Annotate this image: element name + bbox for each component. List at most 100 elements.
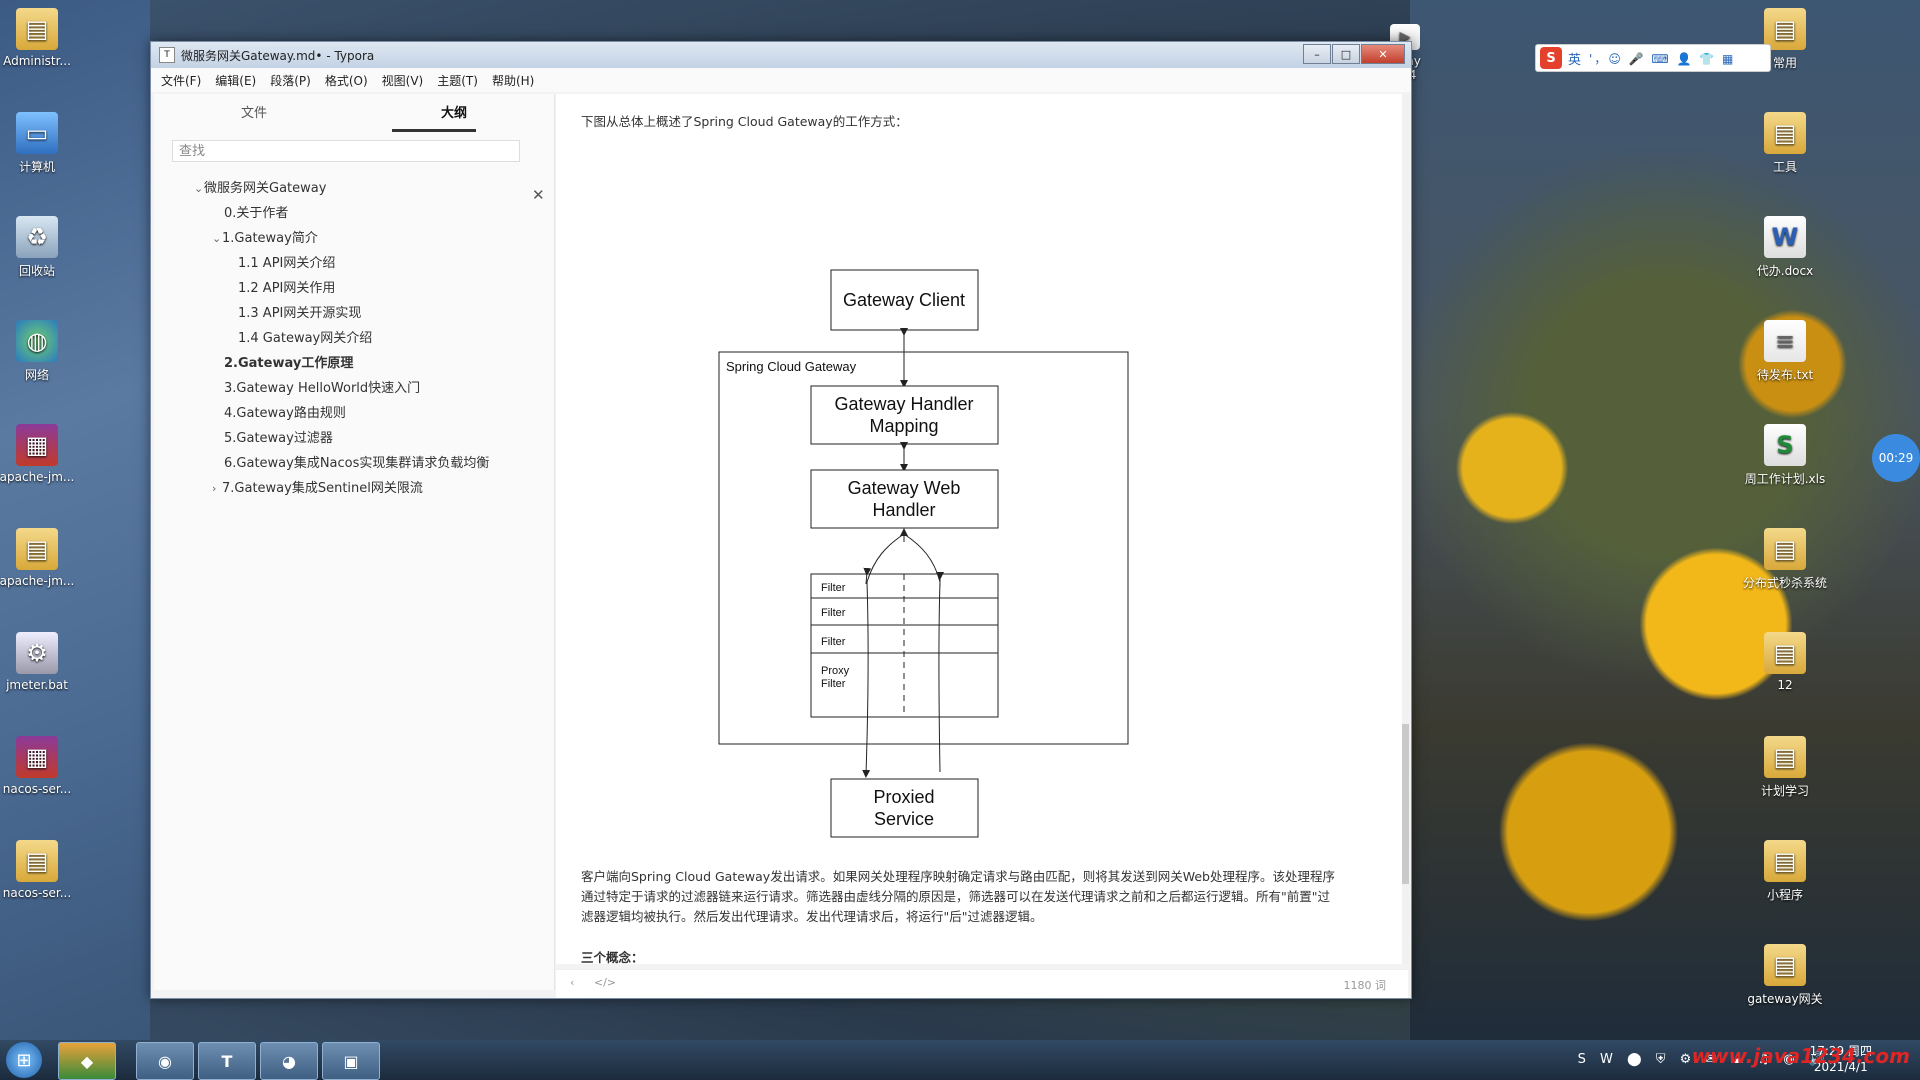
start-button[interactable]: ⊞	[6, 1042, 42, 1078]
ime-tools-icons[interactable]: '，☺ 🎤 ⌨ 👤 👕 ▦	[1589, 50, 1735, 67]
scrollbar-thumb[interactable]	[1402, 724, 1409, 884]
editor-button[interactable]: ▣	[322, 1042, 380, 1080]
back-icon[interactable]: ‹	[570, 976, 574, 989]
folder-icon: ▤	[1764, 8, 1806, 50]
source-code-icon[interactable]: </>	[594, 976, 616, 989]
chrome-button[interactable]: ◕	[260, 1042, 318, 1080]
desktop-icon[interactable]: ◍ 网络	[0, 320, 82, 383]
outline-item-label: 7.Gateway集成Sentinel网关限流	[222, 481, 423, 496]
desktop-icon-label: 计划学习	[1760, 784, 1809, 798]
outline-item[interactable]: ⌄微服务网关Gateway	[154, 176, 554, 201]
desktop-icon[interactable]: ≡ 待发布.txt	[1740, 320, 1830, 383]
desktop-icon[interactable]: ▤ 分布式秒杀系统	[1740, 528, 1830, 591]
title-bar[interactable]: T 微服务网关Gateway.md• - Typora – □ ✕	[151, 42, 1411, 68]
desktop-icon[interactable]: ▦ nacos-ser...	[0, 736, 82, 796]
outline-item[interactable]: 4.Gateway路由规则	[154, 401, 554, 426]
typora-button[interactable]: T	[198, 1042, 256, 1080]
outline-item-label: 5.Gateway过滤器	[224, 431, 333, 446]
outline-item[interactable]: 0.关于作者	[154, 201, 554, 226]
outline-item[interactable]: › 7.Gateway集成Sentinel网关限流	[154, 476, 554, 501]
desktop-icon-label: 12	[1777, 678, 1793, 692]
outline-item[interactable]: ⌄1.Gateway简介	[154, 226, 554, 251]
desktop-icon-label: 待发布.txt	[1756, 368, 1814, 382]
editor-scrollbar[interactable]	[1402, 94, 1409, 964]
window-controls: – □ ✕	[1302, 44, 1405, 64]
search-input[interactable]: 查找	[172, 140, 520, 162]
desktop-icon[interactable]: W 代办.docx	[1740, 216, 1830, 279]
tab-files[interactable]: 文件	[154, 100, 354, 132]
proxied-service-label: Proxied	[873, 787, 934, 807]
outline-item-label: 4.Gateway路由规则	[224, 406, 346, 421]
chevron-down-icon[interactable]: ⌄	[194, 176, 204, 201]
outline-item-label: 6.Gateway集成Nacos实现集群请求负载均衡	[224, 456, 490, 471]
chevron-right-icon[interactable]: ›	[212, 476, 222, 501]
desktop-icon[interactable]: ▤ 12	[1740, 632, 1830, 692]
outline-item[interactable]: 1.4 Gateway网关介绍	[154, 326, 554, 351]
desktop-icon-label: 代办.docx	[1756, 264, 1814, 278]
maximize-button[interactable]: □	[1332, 44, 1360, 64]
outline-item[interactable]: 1.1 API网关介绍	[154, 251, 554, 276]
outline-item-label: 1.2 API网关作用	[238, 281, 336, 296]
menu-item[interactable]: 格式(O)	[325, 72, 368, 89]
outline-item[interactable]: 1.2 API网关作用	[154, 276, 554, 301]
desktop-icon[interactable]: ▤ 工具	[1740, 112, 1830, 175]
excel-icon: S	[1764, 424, 1806, 466]
outline-item-label: 1.4 Gateway网关介绍	[238, 331, 373, 346]
outline-item[interactable]: 2.Gateway工作原理	[154, 351, 554, 376]
outline-item[interactable]: 6.Gateway集成Nacos实现集群请求负载均衡	[154, 451, 554, 476]
folder-icon: ▤	[1764, 112, 1806, 154]
proxy-filter-label: Filter	[821, 678, 846, 690]
word-count[interactable]: 1180 词	[1344, 977, 1387, 993]
menu-item[interactable]: 文件(F)	[161, 72, 201, 89]
editor-content[interactable]: 下图从总体上概述了Spring Cloud Gateway的工作方式： Spri…	[556, 94, 1408, 964]
outline-item-label: 1.3 API网关开源实现	[238, 306, 362, 321]
menu-bar: 文件(F) 编辑(E) 段落(P) 格式(O) 视图(V) 主题(T) 帮助(H)	[151, 68, 1411, 92]
menu-item[interactable]: 主题(T)	[437, 72, 478, 89]
desktop-icon-label: 计算机	[18, 160, 55, 174]
desktop-icon[interactable]: ▤ Administr...	[0, 8, 82, 68]
handler-mapping-label: Gateway Handler	[834, 394, 973, 414]
ime-toolbar[interactable]: S 英 '，☺ 🎤 ⌨ 👤 👕 ▦	[1535, 44, 1771, 72]
desktop-icon[interactable]: S 周工作计划.xls	[1740, 424, 1830, 487]
desktop-icon[interactable]: ♻ 回收站	[0, 216, 82, 279]
desktop-icon[interactable]: ▦ apache-jm...	[0, 424, 82, 484]
menu-item[interactable]: 段落(P)	[270, 72, 311, 89]
computer-icon: ▭	[16, 112, 58, 154]
desktop-icon[interactable]: ▤ 小程序	[1740, 840, 1830, 903]
description-line-3: 滤器逻辑均被执行。然后发出代理请求。发出代理请求后，将运行"后"过滤器逻辑。	[581, 909, 1043, 924]
typora-app-icon: T	[159, 47, 175, 63]
desktop-icon-label: 网络	[24, 368, 49, 382]
desktop-icon[interactable]: ▭ 计算机	[0, 112, 82, 175]
browser-edge-button[interactable]: ◉	[136, 1042, 194, 1080]
batch-file-icon: ⚙	[16, 632, 58, 674]
ime-mode-toggle[interactable]: 英	[1568, 49, 1581, 68]
tab-outline[interactable]: 大纲	[354, 100, 554, 132]
chevron-down-icon[interactable]: ⌄	[212, 226, 222, 251]
outline-item[interactable]: 5.Gateway过滤器	[154, 426, 554, 451]
desktop-icon-label: nacos-ser...	[2, 886, 72, 900]
desktop-icon[interactable]: ⚙ jmeter.bat	[0, 632, 82, 692]
desktop-icon-label: jmeter.bat	[6, 678, 68, 692]
desktop-icon[interactable]: ▤ gateway网关	[1740, 944, 1830, 1007]
desktop-icon[interactable]: ▤ nacos-ser...	[0, 840, 82, 900]
minimize-button[interactable]: –	[1303, 44, 1331, 64]
floating-timer[interactable]: 00:29	[1872, 434, 1920, 482]
desktop-icon-label: apache-jm...	[0, 470, 75, 484]
windows-flag-icon[interactable]: ◆	[58, 1042, 116, 1080]
desktop-icon-label: 小程序	[1766, 888, 1803, 902]
outline-item[interactable]: 3.Gateway HelloWorld快速入门	[154, 376, 554, 401]
close-button[interactable]: ✕	[1361, 44, 1405, 64]
outline-item[interactable]: 1.3 API网关开源实现	[154, 301, 554, 326]
text-file-icon: ≡	[1764, 320, 1806, 362]
folder-icon: ▤	[1764, 632, 1806, 674]
outline-item-label: 0.关于作者	[224, 206, 289, 221]
desktop-icon[interactable]: ▤ apache-jm...	[0, 528, 82, 588]
desktop-icon[interactable]: ▤ 计划学习	[1740, 736, 1830, 799]
menu-item[interactable]: 视图(V)	[382, 72, 424, 89]
outline-item-label: 2.Gateway工作原理	[224, 356, 354, 371]
menu-item[interactable]: 编辑(E)	[215, 72, 256, 89]
menu-item[interactable]: 帮助(H)	[492, 72, 534, 89]
search-clear-icon[interactable]: ✕	[532, 186, 545, 204]
folder-icon: ▤	[16, 528, 58, 570]
desktop-icon-label: 分布式秒杀系统	[1742, 576, 1827, 590]
